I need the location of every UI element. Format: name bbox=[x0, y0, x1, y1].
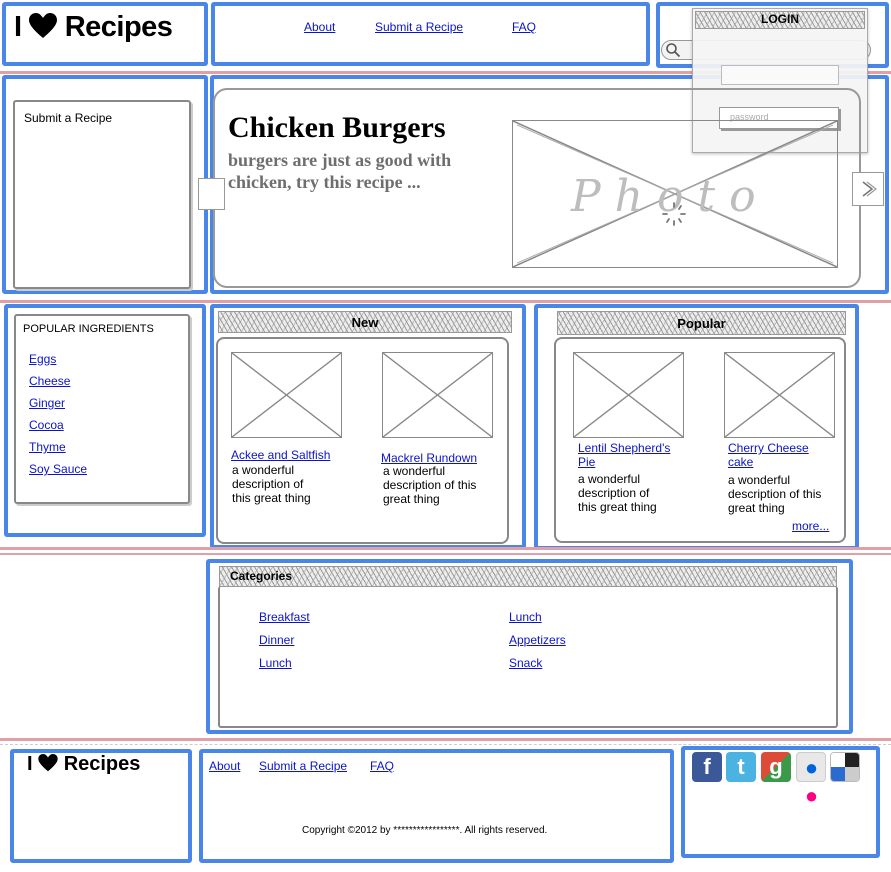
hero-photo-placeholder: Photo bbox=[512, 120, 838, 268]
footer-link-submit-recipe[interactable]: Submit a Recipe bbox=[259, 759, 347, 773]
ingredient-link[interactable]: Ginger bbox=[29, 396, 65, 410]
ingredient-link[interactable]: Cheese bbox=[29, 374, 70, 388]
recipe-description: a wonderful description of this great th… bbox=[383, 464, 477, 506]
recipe-link[interactable]: Cherry Cheese cake bbox=[728, 441, 818, 469]
divider-line bbox=[0, 553, 891, 555]
submit-recipe-title: Submit a Recipe bbox=[24, 111, 113, 125]
dashed-divider bbox=[0, 744, 891, 745]
ingredient-link[interactable]: Eggs bbox=[29, 352, 56, 366]
category-link[interactable]: Breakfast bbox=[259, 610, 310, 624]
heart-icon bbox=[29, 13, 58, 47]
recipe-link[interactable]: Ackee and Saltfish bbox=[231, 448, 330, 462]
popular-section-title: Popular bbox=[677, 316, 726, 331]
footer-link-faq[interactable]: FAQ bbox=[370, 759, 394, 773]
flickr-icon[interactable]: ● ● bbox=[796, 752, 826, 808]
login-title: LOGIN bbox=[761, 12, 799, 26]
divider-line bbox=[0, 738, 891, 741]
footer-logo[interactable]: I Recipes bbox=[27, 753, 140, 778]
category-link[interactable]: Lunch bbox=[509, 610, 542, 624]
divider-line bbox=[0, 300, 891, 303]
header-nav-frame bbox=[211, 2, 650, 66]
facebook-icon[interactable]: f bbox=[692, 752, 722, 782]
more-link[interactable]: more... bbox=[792, 519, 829, 533]
recipe-link[interactable]: Lentil Shepherd's Pie bbox=[578, 441, 678, 469]
logo-prefix: I bbox=[27, 753, 33, 775]
logo-word: Recipes bbox=[64, 11, 173, 43]
nav-link-submit-recipe[interactable]: Submit a Recipe bbox=[375, 20, 463, 34]
recipe-thumbnail[interactable] bbox=[382, 352, 493, 438]
ingredient-link[interactable]: Soy Sauce bbox=[29, 462, 87, 476]
search-icon[interactable] bbox=[665, 42, 681, 58]
chevron-right-icon bbox=[862, 181, 877, 197]
recipe-thumbnail[interactable] bbox=[573, 352, 684, 438]
divider-line bbox=[0, 547, 891, 550]
submit-recipe-panel[interactable]: Submit a Recipe bbox=[13, 100, 191, 289]
heart-icon bbox=[38, 754, 58, 778]
recipe-thumbnail[interactable] bbox=[231, 352, 342, 438]
hero-title: Chicken Burgers bbox=[228, 111, 446, 144]
copyright-text: Copyright ©2012 by *****************. Al… bbox=[302, 825, 548, 836]
site-logo[interactable]: I Recipes bbox=[14, 11, 173, 47]
carousel-next-button[interactable] bbox=[852, 172, 884, 206]
hero-subtitle: burgers are just as good with chicken, t… bbox=[228, 150, 452, 192]
carousel-prev-button[interactable] bbox=[198, 178, 225, 210]
categories-title: Categories bbox=[230, 569, 293, 583]
category-link[interactable]: Lunch bbox=[259, 656, 292, 670]
recipe-thumbnail[interactable] bbox=[724, 352, 835, 438]
ingredients-title: POPULAR INGREDIENTS bbox=[23, 323, 154, 335]
username-field[interactable] bbox=[721, 65, 839, 85]
logo-word: Recipes bbox=[63, 753, 141, 775]
recipe-description: a wonderful description of this great th… bbox=[728, 473, 822, 515]
category-link[interactable]: Dinner bbox=[259, 633, 294, 647]
ingredient-link[interactable]: Cocoa bbox=[29, 418, 64, 432]
loading-spinner-icon bbox=[661, 201, 687, 227]
category-link[interactable]: Snack bbox=[509, 656, 542, 670]
recipe-description: a wonderful description of this great th… bbox=[578, 472, 657, 514]
new-section-title: New bbox=[351, 315, 379, 330]
recipe-description: a wonderful description of this great th… bbox=[232, 463, 311, 505]
footer-link-about[interactable]: About bbox=[209, 759, 240, 773]
ingredient-link[interactable]: Thyme bbox=[29, 440, 66, 454]
twitter-icon[interactable]: t bbox=[726, 752, 756, 782]
category-link[interactable]: Appetizers bbox=[509, 633, 566, 647]
nav-link-faq[interactable]: FAQ bbox=[512, 20, 536, 34]
categories-header bbox=[219, 566, 837, 587]
recipe-link[interactable]: Mackrel Rundown bbox=[381, 451, 477, 465]
google-icon[interactable]: g bbox=[761, 752, 791, 782]
logo-prefix: I bbox=[14, 11, 22, 43]
nav-link-about[interactable]: About bbox=[304, 20, 335, 34]
delicious-icon[interactable] bbox=[830, 752, 860, 782]
